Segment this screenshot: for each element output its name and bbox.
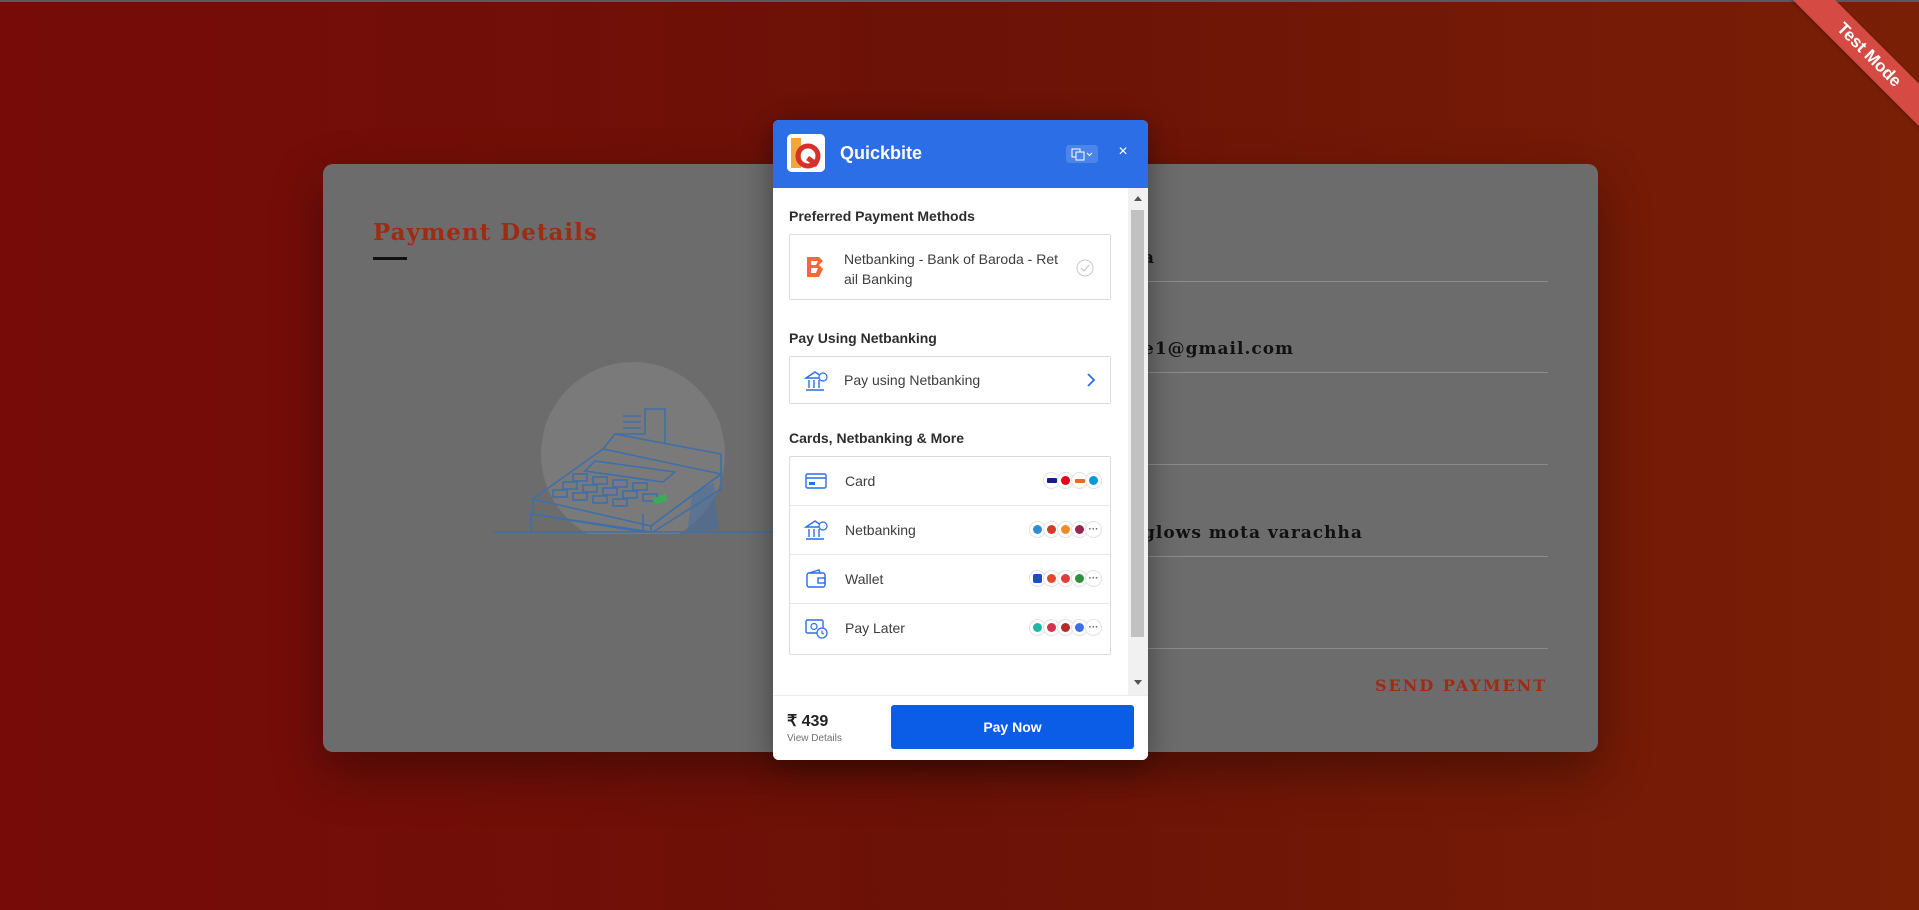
preferred-method-item[interactable]: Netbanking - Bank of Baroda - Ret ail Ba… <box>789 234 1111 300</box>
bank-icon <box>804 371 828 391</box>
method-pay-later-label: Pay Later <box>845 620 905 636</box>
bank-of-baroda-icon <box>807 257 823 277</box>
more-paylater-icon: ··· <box>1085 619 1102 636</box>
more-banks-icon: ··· <box>1085 521 1102 538</box>
pay-later-logos: ··· <box>1029 619 1102 638</box>
check-circle-icon <box>1076 259 1094 277</box>
card-network-logos <box>1043 472 1102 491</box>
chevron-right-icon <box>1087 373 1096 387</box>
translate-icon <box>1071 148 1093 161</box>
pay-using-netbanking-label: Pay using Netbanking <box>844 372 981 388</box>
language-button[interactable] <box>1066 145 1098 163</box>
cards-netbanking-more-title: Cards, Netbanking & More <box>789 430 965 446</box>
scroll-thumb[interactable] <box>1131 210 1144 637</box>
checkout-footer: ₹ 439 View Details Pay Now <box>773 695 1148 760</box>
merchant-logo-icon <box>787 134 825 172</box>
name-field[interactable]: a <box>1143 240 1548 282</box>
scroll-down-arrow-icon[interactable] <box>1134 680 1142 685</box>
preferred-method-label-line2: ail Banking <box>844 271 913 287</box>
pay-later-icon <box>805 619 828 639</box>
card-icon <box>805 473 827 489</box>
title-underline <box>373 257 407 260</box>
bank-icon <box>804 520 828 540</box>
method-pay-later[interactable]: Pay Later ··· <box>790 604 1110 653</box>
method-card[interactable]: Card <box>790 457 1110 506</box>
method-wallet-label: Wallet <box>845 571 884 587</box>
modal-scrollbar[interactable] <box>1128 188 1148 695</box>
checkout-body: Preferred Payment Methods Netbanking - B… <box>773 188 1148 695</box>
page-title: Payment Details <box>373 219 598 246</box>
scroll-up-arrow-icon[interactable] <box>1134 196 1142 201</box>
email-field[interactable]: e1@gmail.com <box>1143 331 1548 373</box>
method-wallet[interactable]: Wallet ··· <box>790 555 1110 604</box>
address-field[interactable]: glows mota varachha <box>1143 515 1548 557</box>
close-icon[interactable]: × <box>1113 142 1133 162</box>
checkout-modal: Quickbite × Preferred Payment Methods Ne… <box>773 120 1148 760</box>
method-netbanking-label: Netbanking <box>845 522 916 538</box>
pay-using-netbanking-title: Pay Using Netbanking <box>789 330 937 346</box>
bank-logos: ··· <box>1029 521 1102 540</box>
send-payment-button[interactable]: SEND PAYMENT <box>1375 676 1547 695</box>
card-terminal-illustration <box>493 362 793 534</box>
checkout-header: Quickbite × <box>773 120 1148 188</box>
ribbon-label: Test Mode <box>1787 0 1919 137</box>
wallet-icon <box>806 569 826 588</box>
payment-methods-list: Card Netbanking ··· Wallet ··· Pay Later… <box>789 456 1111 655</box>
method-card-label: Card <box>845 473 876 489</box>
maestro-icon <box>1085 472 1102 489</box>
preferred-method-label-line1: Netbanking - Bank of Baroda - Ret <box>844 251 1059 267</box>
top-border-line <box>0 0 1919 2</box>
test-mode-ribbon: Test Mode <box>1779 0 1919 140</box>
pay-using-netbanking-item[interactable]: Pay using Netbanking <box>789 356 1111 404</box>
wallet-logos: ··· <box>1029 570 1102 589</box>
preferred-methods-title: Preferred Payment Methods <box>789 208 975 224</box>
pay-now-button[interactable]: Pay Now <box>891 705 1134 749</box>
view-details-link[interactable]: View Details <box>787 733 842 744</box>
more-wallets-icon: ··· <box>1085 570 1102 587</box>
amount-field[interactable] <box>1143 607 1548 649</box>
method-netbanking[interactable]: Netbanking ··· <box>790 506 1110 555</box>
phone-field[interactable] <box>1143 423 1548 465</box>
merchant-name: Quickbite <box>840 143 923 163</box>
total-amount: ₹ 439 <box>787 713 829 730</box>
